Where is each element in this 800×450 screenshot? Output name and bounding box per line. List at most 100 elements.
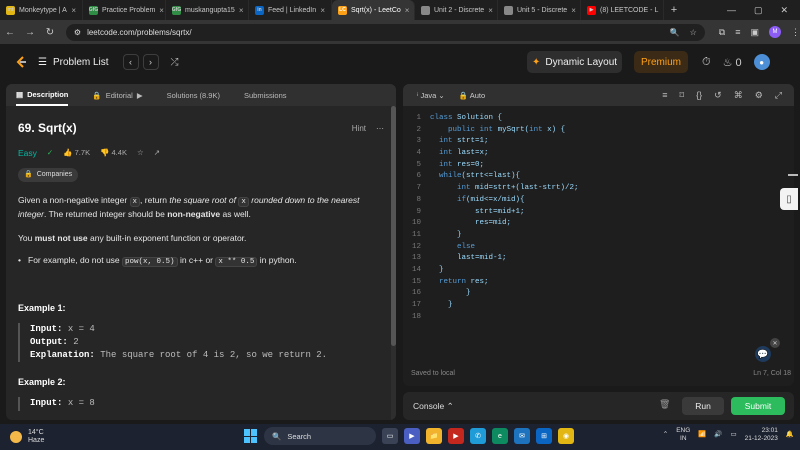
tab-solutions[interactable]: Solutions (8.9K) — [167, 84, 220, 106]
dynamic-layout-button[interactable]: ✦ Dynamic Layout — [527, 51, 622, 73]
tray-chevron-icon[interactable]: ⌃ — [663, 431, 668, 439]
tab-close-icon[interactable]: × — [488, 6, 493, 15]
edge-icon[interactable]: e — [492, 428, 508, 444]
description-scrollbar[interactable] — [391, 106, 396, 420]
browser-tab[interactable]: Unit 5 - Discrete × — [498, 0, 581, 20]
tab-close-icon[interactable]: × — [159, 6, 164, 15]
browser-tab[interactable]: mt Monkeytype | A × — [0, 0, 83, 20]
code-area[interactable]: 1 class Solution {2 public int mySqrt(int… — [403, 114, 794, 324]
notes-side-button[interactable]: ▯ — [780, 188, 798, 210]
mail-icon[interactable]: ✉ — [514, 428, 530, 444]
close-window-icon[interactable]: ✕ — [780, 5, 788, 16]
teams-icon[interactable]: ✆ — [470, 428, 486, 444]
forward-icon[interactable]: → — [20, 27, 40, 38]
like-button[interactable]: 👍 7.7K — [63, 148, 90, 159]
browser-tab[interactable]: Unit 2 - Discrete × — [415, 0, 498, 20]
description-panel: ▤ Description 🔒 Editorial ▶ Solutions (8.9K… — [6, 84, 396, 420]
bookmark-icon[interactable]: ⌑ — [680, 90, 685, 101]
tab-close-icon[interactable]: × — [320, 6, 325, 15]
premium-button[interactable]: Premium — [634, 51, 688, 73]
tab-favicon-icon: ▶ — [587, 5, 596, 15]
extensions-icon[interactable]: ⧉ — [719, 27, 725, 38]
taskbar-search[interactable]: 🔍 Search — [264, 427, 376, 445]
code-text: if(mid<=x/mid){ — [457, 195, 525, 204]
format-icon[interactable]: ≡ — [662, 90, 667, 101]
next-problem-button[interactable]: › — [142, 54, 159, 70]
tab-close-icon[interactable]: × — [239, 6, 244, 15]
share-icon[interactable]: ↗ — [154, 148, 160, 159]
start-button[interactable] — [244, 429, 258, 443]
more-options-icon[interactable]: ⋯ — [376, 123, 384, 135]
file-explorer-icon[interactable]: 📁 — [426, 428, 442, 444]
problem-list-button[interactable]: ☰ Problem List — [38, 57, 109, 68]
store-icon[interactable]: ⊞ — [536, 428, 552, 444]
settings-icon[interactable]: ⚙ — [755, 90, 763, 101]
reading-list-icon[interactable]: ≡ — [735, 27, 740, 37]
tab-close-icon[interactable]: × — [571, 6, 576, 15]
braces-icon[interactable]: {} — [696, 90, 702, 101]
scrollbar-thumb[interactable] — [391, 106, 396, 346]
site-info-icon[interactable]: ⚙ — [74, 28, 81, 37]
tab-editorial[interactable]: 🔒 Editorial ▶ — [92, 84, 142, 106]
bookmark-star-icon[interactable]: ☆ — [690, 28, 697, 37]
profile-avatar[interactable]: M — [769, 26, 782, 38]
browser-tab[interactable]: GfG Practice Problem × — [83, 0, 166, 20]
run-button[interactable]: Run — [682, 397, 724, 415]
zoom-icon[interactable]: 🔍 — [670, 28, 680, 37]
tab-description[interactable]: ▤ Description — [16, 84, 69, 106]
browser-tab[interactable]: in Feed | LinkedIn × — [249, 0, 332, 20]
volume-icon[interactable]: 🔊 — [714, 431, 722, 439]
timer-icon[interactable]: ⏱ — [702, 56, 711, 69]
battery-icon[interactable]: ▭ — [731, 431, 737, 439]
auto-mode[interactable]: 🔒 Auto — [459, 91, 485, 100]
chat-icon[interactable]: 💬 — [755, 346, 771, 362]
leetcode-logo-icon[interactable] — [14, 55, 28, 69]
minimize-icon[interactable]: — — [727, 5, 736, 16]
task-view-icon[interactable]: ▭ — [382, 428, 398, 444]
console-toggle[interactable]: Console ⌃ — [413, 401, 454, 412]
side-panel-icon[interactable]: ▣ — [751, 27, 760, 38]
streak-counter[interactable]: ♨ 0 — [723, 56, 742, 69]
date-text: 21-12-2023 — [744, 434, 778, 442]
companies-badge[interactable]: 🔒 Companies — [18, 167, 79, 182]
browser-tab[interactable]: LC Sqrt(x) - LeetCo × — [332, 0, 415, 20]
windows-taskbar: 14°C Haze 🔍 Search ▭ ▶ 📁 ▶ ✆ e ✉ ⊞ ◉ ⌃ E… — [0, 424, 800, 450]
close-icon[interactable]: ✕ — [770, 338, 780, 348]
chrome-icon[interactable]: ◉ — [558, 428, 574, 444]
browser-tab[interactable]: GfG muskangupta15 × — [166, 0, 249, 20]
back-icon[interactable]: ← — [0, 27, 20, 38]
dislike-button[interactable]: 👎 4.4K — [100, 148, 127, 159]
menu-icon[interactable]: ⋮ — [791, 27, 800, 38]
reset-icon[interactable]: ↺ — [714, 90, 722, 101]
new-tab-button[interactable]: + — [664, 4, 684, 16]
browser-tab[interactable]: ▶(8) LEETCODE - L× — [581, 0, 664, 20]
line-number: 15 — [411, 277, 421, 286]
prev-problem-button[interactable]: ‹ — [122, 54, 139, 70]
submit-button[interactable]: Submit — [731, 397, 785, 415]
desc-italic: the square root of — [169, 194, 236, 205]
hint-button[interactable]: Hint — [352, 123, 366, 135]
shortcuts-icon[interactable]: ⌘ — [734, 90, 743, 101]
clock[interactable]: 23:01 21-12-2023 — [745, 427, 778, 443]
fullscreen-icon[interactable]: ⤢ — [775, 90, 782, 101]
wifi-icon[interactable]: 📶 — [698, 431, 706, 439]
weather-widget[interactable]: 14°C Haze — [10, 429, 44, 444]
favorite-star-icon[interactable]: ☆ — [137, 148, 144, 159]
notification-icon[interactable]: 🔔 — [786, 431, 794, 439]
tab-close-icon[interactable]: × — [405, 6, 410, 15]
media-app-icon[interactable]: ▶ — [448, 428, 464, 444]
tab-submissions[interactable]: Submissions — [244, 84, 287, 106]
reload-icon[interactable]: ↻ — [40, 27, 60, 38]
language-select[interactable]: ⁱ Java ⌄ — [417, 91, 445, 100]
code-text: int mid=strt+(last-strt)/2; — [457, 184, 579, 193]
video-call-icon[interactable]: ▶ — [404, 428, 420, 444]
maximize-icon[interactable]: ▢ — [754, 5, 763, 16]
desc-bold: must not use — [34, 233, 88, 244]
tab-close-icon[interactable]: × — [71, 6, 76, 15]
language-indicator[interactable]: ENG IN — [676, 427, 690, 443]
shuffle-icon[interactable]: ⤮ — [171, 57, 179, 68]
thumbs-up-icon: 👍 — [63, 148, 73, 158]
trash-icon[interactable]: 🗑 — [659, 399, 670, 410]
user-avatar[interactable]: ● — [753, 54, 770, 70]
url-input[interactable]: ⚙ leetcode.com/problems/sqrtx/ 🔍 ☆ — [65, 23, 705, 41]
